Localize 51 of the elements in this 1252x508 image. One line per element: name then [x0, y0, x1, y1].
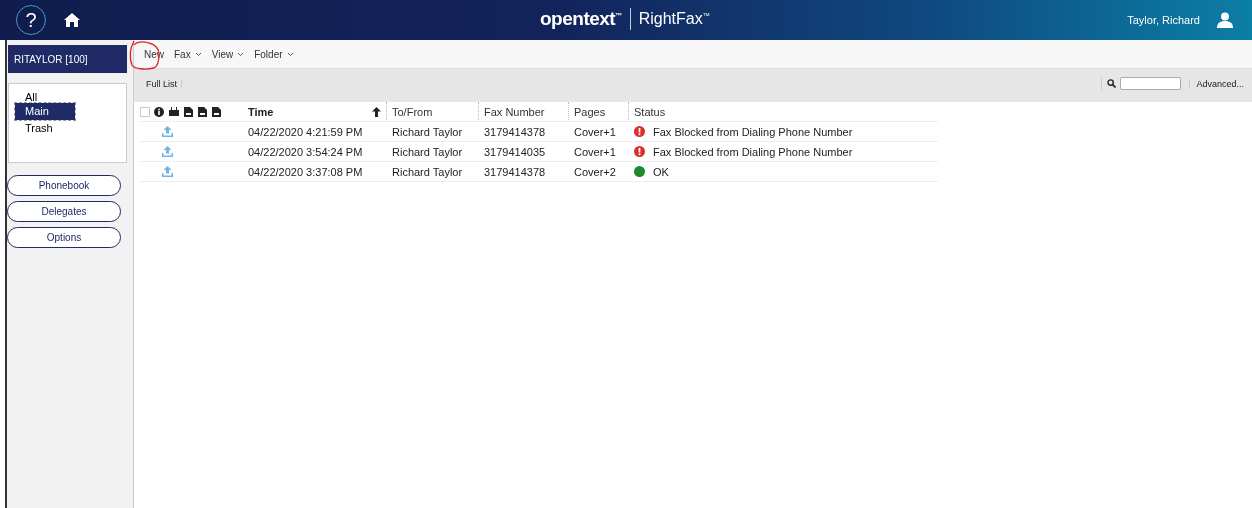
- table-cell: Richard Taylor: [386, 122, 478, 142]
- folder-item[interactable]: All: [15, 88, 48, 103]
- table-cell: Cover+1: [568, 142, 628, 162]
- table-cell: 04/22/2020 4:21:59 PM: [242, 122, 372, 142]
- column-header[interactable]: Time: [242, 102, 372, 122]
- status-text: Fax Blocked from Dialing Phone Number: [653, 125, 853, 138]
- column-header[interactable]: To/From: [386, 102, 478, 122]
- column-header[interactable]: Fax Number: [478, 102, 568, 122]
- column-header[interactable]: Status: [628, 102, 938, 122]
- table-cell: Richard Taylor: [386, 162, 478, 182]
- caret-icon: [194, 51, 202, 57]
- brand-logo: opentext$^{™}$: [540, 8, 622, 30]
- upload-icon: [162, 146, 173, 157]
- info-icon: [154, 106, 164, 117]
- table-cell: Richard Taylor: [386, 142, 478, 162]
- sidebar-button[interactable]: Phonebook: [7, 175, 121, 196]
- table-cell: 04/22/2020 3:37:08 PM: [242, 162, 372, 182]
- menu-button[interactable]: Fax: [170, 48, 206, 60]
- table-cell: Cover+2: [568, 162, 628, 182]
- search-field[interactable]: [1120, 77, 1182, 90]
- table-cell: 3179414035: [478, 142, 568, 162]
- folder-item[interactable]: Trash: [15, 120, 63, 137]
- select-all-checkbox[interactable]: [140, 106, 150, 117]
- user-name[interactable]: Taylor, Richard: [1127, 14, 1200, 26]
- sidebar-button[interactable]: Options: [7, 227, 121, 248]
- table-cell: 3179414378: [478, 122, 568, 142]
- document-icon: [198, 106, 207, 117]
- printer-icon: [169, 107, 179, 116]
- document-icon: [184, 106, 193, 117]
- upload-icon: [162, 126, 173, 137]
- full-list-tab[interactable]: Full List: [146, 78, 182, 89]
- folder-item[interactable]: Main: [15, 103, 75, 120]
- table-cell: Cover+1: [568, 122, 628, 142]
- caret-icon: [237, 51, 245, 57]
- menu-button[interactable]: Folder: [250, 48, 298, 60]
- menu-button[interactable]: View: [207, 48, 249, 60]
- document-icon: [212, 106, 221, 117]
- sidebar-button[interactable]: Delegates: [7, 201, 121, 222]
- product-name: RightFax$^{™}$: [638, 10, 710, 28]
- table-cell: 3179414378: [478, 162, 568, 182]
- upload-icon: [162, 166, 173, 177]
- table-cell: 04/22/2020 3:54:24 PM: [242, 142, 372, 162]
- search-icon: [1107, 79, 1117, 88]
- status-text: Fax Blocked from Dialing Phone Number: [653, 145, 853, 158]
- advanced-search-link[interactable]: Advanced...: [1189, 78, 1244, 89]
- home-icon[interactable]: [64, 12, 80, 28]
- caret-icon: [286, 51, 294, 57]
- account-label[interactable]: RITAYLOR [100]: [8, 45, 127, 73]
- sort-arrow-icon[interactable]: [372, 106, 381, 117]
- column-header[interactable]: Pages: [568, 102, 628, 122]
- status-text: OK: [653, 165, 669, 178]
